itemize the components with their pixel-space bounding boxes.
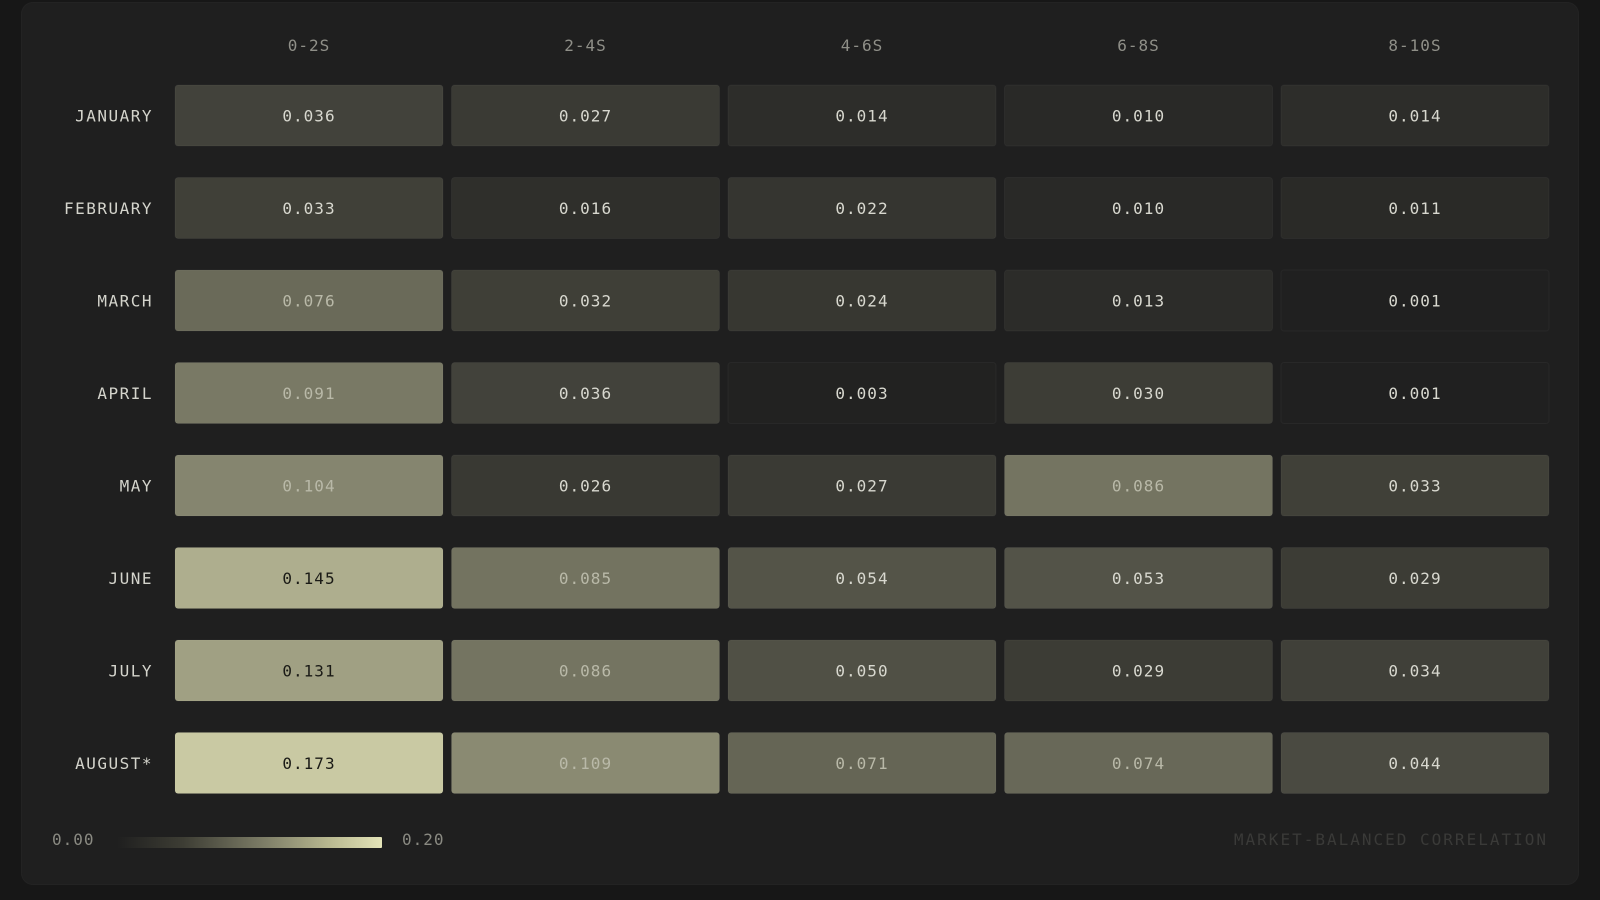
cell-value-label: 0.010 [1112, 107, 1165, 126]
cell-value-label: 0.076 [282, 292, 335, 311]
cell-value-label: 0.034 [1388, 662, 1441, 681]
row-label: JUNE [108, 569, 153, 588]
cell-value-label: 0.086 [559, 662, 612, 681]
cell-value-label: 0.074 [1112, 754, 1165, 773]
cell-value-label: 0.022 [835, 199, 888, 218]
cell-value-label: 0.050 [835, 662, 888, 681]
cell-value-label: 0.003 [835, 384, 888, 403]
column-header: 0-2S [288, 36, 331, 55]
cell-value-label: 0.032 [559, 292, 612, 311]
row-label: FEBRUARY [64, 199, 153, 218]
cell-value-label: 0.036 [559, 384, 612, 403]
chart-caption: MARKET-BALANCED CORRELATION [1233, 830, 1548, 849]
cell-value-label: 0.173 [282, 754, 335, 773]
cell-value-label: 0.014 [835, 107, 888, 126]
cell-value-label: 0.013 [1112, 292, 1165, 311]
row-label: JANUARY [75, 107, 153, 126]
column-header: 8-10S [1388, 36, 1441, 55]
cell-value-label: 0.030 [1112, 384, 1165, 403]
cell-value-label: 0.033 [282, 199, 335, 218]
cell-value-label: 0.053 [1112, 569, 1165, 588]
cell-value-label: 0.109 [559, 754, 612, 773]
cell-value-label: 0.054 [835, 569, 888, 588]
cell-value-label: 0.104 [282, 477, 335, 496]
cell-value-label: 0.024 [835, 292, 888, 311]
cell-value-label: 0.036 [282, 107, 335, 126]
cell-value-label: 0.016 [559, 199, 612, 218]
column-header: 2-4S [564, 36, 607, 55]
cell-value-label: 0.026 [559, 477, 612, 496]
cell-value-label: 0.029 [1112, 662, 1165, 681]
cell-value-label: 0.145 [282, 569, 335, 588]
row-label: AUGUST* [75, 754, 153, 773]
row-label: MARCH [97, 292, 153, 311]
cell-value-label: 0.033 [1388, 477, 1441, 496]
cell-value-label: 0.071 [835, 754, 888, 773]
row-label: APRIL [97, 384, 153, 403]
color-scale-bar [117, 837, 382, 848]
cell-value-label: 0.027 [559, 107, 612, 126]
row-label: MAY [120, 477, 153, 496]
cell-value-label: 0.001 [1388, 384, 1441, 403]
cell-value-label: 0.010 [1112, 199, 1165, 218]
column-header: 4-6S [841, 36, 884, 55]
cell-value-label: 0.027 [835, 477, 888, 496]
column-header: 6-8S [1117, 36, 1160, 55]
row-label: JULY [108, 662, 153, 681]
heatmap-chart: 0-2S 2-4S 4-6S 6-8S 8-10S JANUARY 0.036 0.027 0.… [64, 36, 1550, 794]
cell-value-label: 0.029 [1388, 569, 1441, 588]
cell-value-label: 0.131 [282, 662, 335, 681]
cell-value-label: 0.001 [1388, 292, 1441, 311]
cell-value-label: 0.085 [559, 569, 612, 588]
legend-min-label: 0.00 [52, 830, 95, 849]
legend-max-label: 0.20 [402, 830, 445, 849]
cell-value-label: 0.044 [1388, 754, 1441, 773]
cell-value-label: 0.011 [1388, 199, 1441, 218]
cell-value-label: 0.091 [282, 384, 335, 403]
cell-value-label: 0.014 [1388, 107, 1441, 126]
cell-value-label: 0.086 [1112, 477, 1165, 496]
